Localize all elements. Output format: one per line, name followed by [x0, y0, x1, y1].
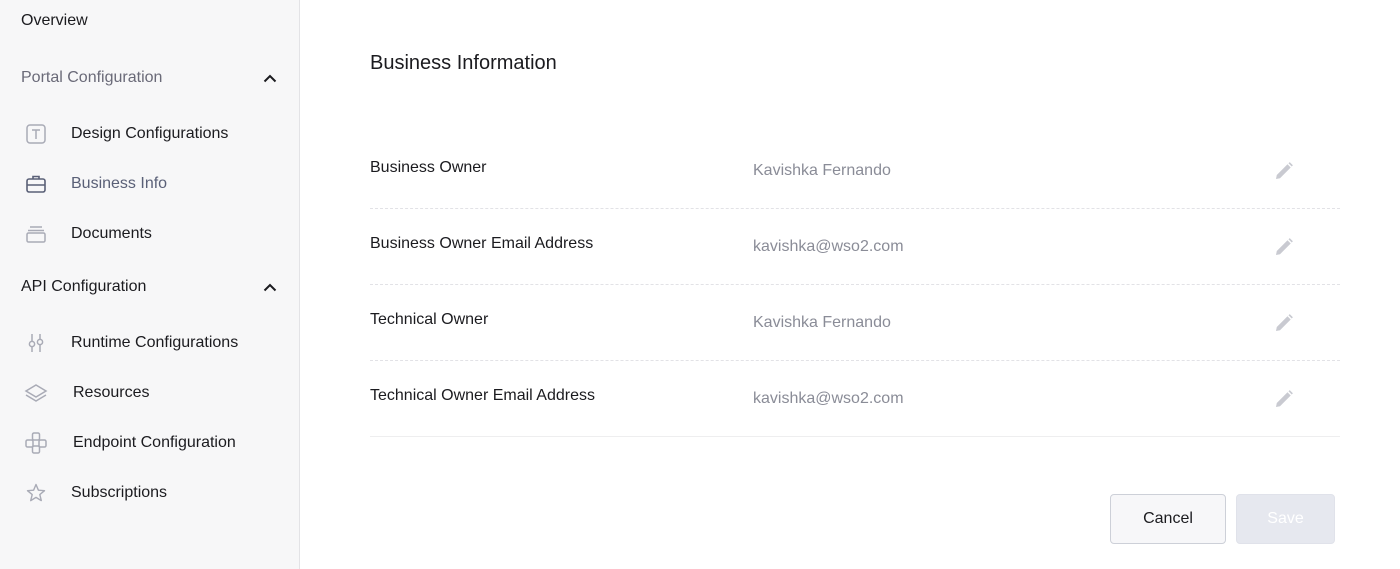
sidebar-item-label: Endpoint Configuration: [73, 434, 236, 451]
pencil-icon[interactable]: [1272, 235, 1296, 259]
info-row-technical-owner: Technical Owner Kavishka Fernando: [370, 285, 1340, 361]
row-label: Business Owner Email Address: [370, 235, 594, 252]
sliders-icon: [24, 331, 48, 355]
briefcase-icon: [24, 172, 48, 196]
text-box-icon: [24, 122, 48, 146]
section-label: Portal Configuration: [21, 69, 163, 86]
sidebar-item-label: Design Configurations: [71, 125, 229, 142]
endpoint-icon: [24, 431, 48, 455]
save-button[interactable]: Save: [1236, 494, 1335, 544]
sidebar-item-label: Runtime Configurations: [71, 334, 239, 351]
pencil-icon[interactable]: [1272, 387, 1296, 411]
pencil-icon[interactable]: [1272, 311, 1296, 335]
row-label: Business Owner: [370, 159, 487, 176]
section-portal-configuration[interactable]: Portal Configuration: [21, 69, 277, 87]
sidebar-item-runtime-configurations[interactable]: Runtime Configurations: [24, 331, 238, 355]
info-row-technical-owner-email: Technical Owner Email Address kavishka@w…: [370, 361, 1340, 437]
sidebar: Overview Portal Configuration Design Con…: [0, 0, 300, 569]
chevron-up-icon[interactable]: [263, 71, 277, 85]
sidebar-item-label: Subscriptions: [71, 484, 168, 501]
page-title: Business Information: [370, 52, 557, 74]
sidebar-item-design-configurations[interactable]: Design Configurations: [24, 122, 228, 146]
sidebar-item-resources[interactable]: Resources: [24, 381, 149, 405]
info-row-business-owner-email: Business Owner Email Address kavishka@ws…: [370, 209, 1340, 285]
pencil-icon[interactable]: [1272, 159, 1296, 183]
row-value: Kavishka Fernando: [753, 314, 891, 331]
business-info-table: Business Owner Kavishka Fernando Busines…: [370, 133, 1340, 437]
sidebar-item-label: Documents: [71, 225, 152, 242]
sidebar-item-subscriptions[interactable]: Subscriptions: [24, 481, 167, 505]
main-content: Business Information Business Owner Kavi…: [300, 0, 1400, 569]
row-label: Technical Owner Email Address: [370, 387, 595, 404]
sidebar-item-label: Resources: [73, 384, 150, 401]
cancel-button[interactable]: Cancel: [1110, 494, 1226, 544]
star-icon: [24, 481, 48, 505]
row-value: kavishka@wso2.com: [753, 390, 904, 407]
nav-overview[interactable]: Overview: [21, 12, 88, 30]
row-value: Kavishka Fernando: [753, 162, 891, 179]
sidebar-item-endpoint-configuration[interactable]: Endpoint Configuration: [24, 431, 236, 455]
section-api-configuration[interactable]: API Configuration: [21, 278, 277, 296]
sidebar-item-business-info[interactable]: Business Info: [24, 172, 167, 196]
section-label: API Configuration: [21, 278, 147, 295]
row-label: Technical Owner: [370, 311, 489, 328]
info-row-business-owner: Business Owner Kavishka Fernando: [370, 133, 1340, 209]
layers-icon: [24, 381, 48, 405]
sidebar-item-documents[interactable]: Documents: [24, 222, 152, 246]
stack-icon: [24, 222, 48, 246]
sidebar-item-label: Business Info: [71, 175, 168, 192]
chevron-up-icon[interactable]: [263, 280, 277, 294]
row-value: kavishka@wso2.com: [753, 238, 904, 255]
